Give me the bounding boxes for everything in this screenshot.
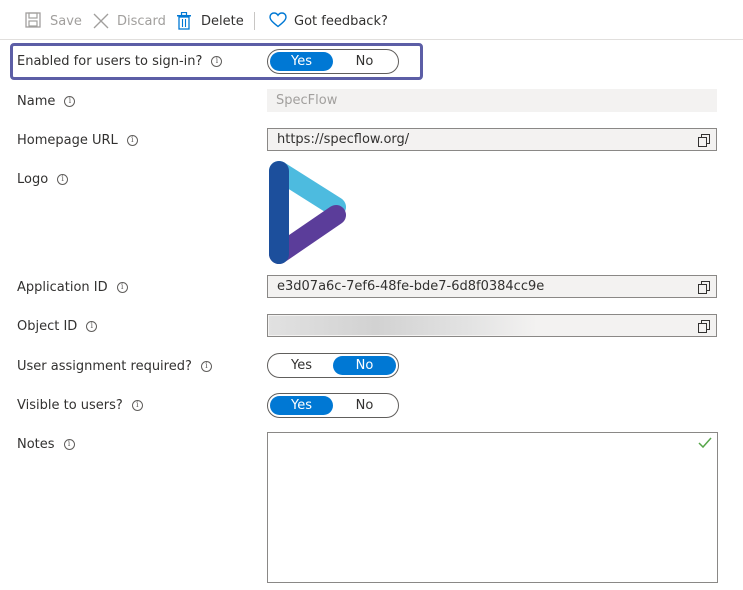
notes-textarea[interactable] <box>267 432 718 583</box>
copy-icon[interactable] <box>698 134 710 147</box>
copy-icon[interactable] <box>698 320 710 333</box>
info-icon[interactable]: i <box>126 134 138 146</box>
discard-label: Discard <box>117 13 166 29</box>
assignment-label: User assignment required? <box>17 358 192 374</box>
info-icon[interactable]: i <box>131 399 143 411</box>
feedback-button[interactable]: Got feedback? <box>269 10 388 32</box>
enabled-no-option[interactable]: No <box>333 52 396 71</box>
name-field: SpecFlow <box>267 89 717 112</box>
assignment-no-option[interactable]: No <box>333 356 396 375</box>
info-icon[interactable]: i <box>116 281 128 293</box>
info-icon[interactable]: i <box>211 55 223 67</box>
visible-toggle[interactable]: Yes No <box>267 393 399 418</box>
notes-row-label: Notes i <box>17 434 75 454</box>
visible-yes-option[interactable]: Yes <box>270 396 333 415</box>
copy-icon[interactable] <box>698 281 710 294</box>
visible-row-label: Visible to users? i <box>17 395 143 415</box>
close-icon <box>92 12 110 30</box>
info-icon[interactable]: i <box>57 173 69 185</box>
command-bar: Save Discard Delete Got feedback? <box>0 0 743 40</box>
info-icon[interactable]: i <box>63 438 75 450</box>
objectid-row-label: Object ID i <box>17 316 98 336</box>
notes-label: Notes <box>17 436 55 452</box>
heart-icon <box>269 12 287 30</box>
assignment-row-label: User assignment required? i <box>17 356 212 376</box>
appid-value: e3d07a6c-7ef6-48fe-bde7-6d8f0384cc9e <box>277 279 545 294</box>
homepage-value: https://specflow.org/ <box>277 132 410 147</box>
appid-field[interactable]: e3d07a6c-7ef6-48fe-bde7-6d8f0384cc9e <box>267 275 717 298</box>
specflow-logo <box>268 160 348 266</box>
trash-icon <box>176 11 194 30</box>
enabled-toggle[interactable]: Yes No <box>267 49 399 74</box>
info-icon[interactable]: i <box>86 320 98 332</box>
visible-no-option[interactable]: No <box>333 396 396 415</box>
logo-label: Logo <box>17 171 49 187</box>
assignment-toggle[interactable]: Yes No <box>267 353 399 378</box>
appid-row-label: Application ID i <box>17 277 128 297</box>
visible-label: Visible to users? <box>17 397 123 413</box>
save-label: Save <box>50 13 82 29</box>
homepage-field[interactable]: https://specflow.org/ <box>267 128 717 151</box>
enabled-yes-option[interactable]: Yes <box>270 52 333 71</box>
name-label: Name <box>17 93 56 109</box>
check-icon <box>698 437 712 449</box>
enabled-label: Enabled for users to sign-in? <box>17 53 203 69</box>
enabled-row-label: Enabled for users to sign-in? i <box>17 51 223 71</box>
appid-label: Application ID <box>17 279 108 295</box>
save-button[interactable]: Save <box>25 10 82 32</box>
info-icon[interactable]: i <box>200 360 212 372</box>
assignment-yes-option[interactable]: Yes <box>270 356 333 375</box>
delete-button[interactable]: Delete <box>176 10 244 32</box>
save-icon <box>25 12 43 30</box>
toolbar-separator <box>254 12 255 30</box>
name-value: SpecFlow <box>276 93 338 108</box>
discard-button[interactable]: Discard <box>92 10 166 32</box>
delete-label: Delete <box>201 13 244 29</box>
homepage-row-label: Homepage URL i <box>17 130 138 150</box>
logo-row-label: Logo i <box>17 169 69 189</box>
redacted-value <box>269 316 537 335</box>
homepage-label: Homepage URL <box>17 132 118 148</box>
name-row-label: Name i <box>17 91 76 111</box>
info-icon[interactable]: i <box>64 95 76 107</box>
objectid-label: Object ID <box>17 318 78 334</box>
feedback-label: Got feedback? <box>294 13 388 29</box>
objectid-field[interactable] <box>267 314 717 337</box>
